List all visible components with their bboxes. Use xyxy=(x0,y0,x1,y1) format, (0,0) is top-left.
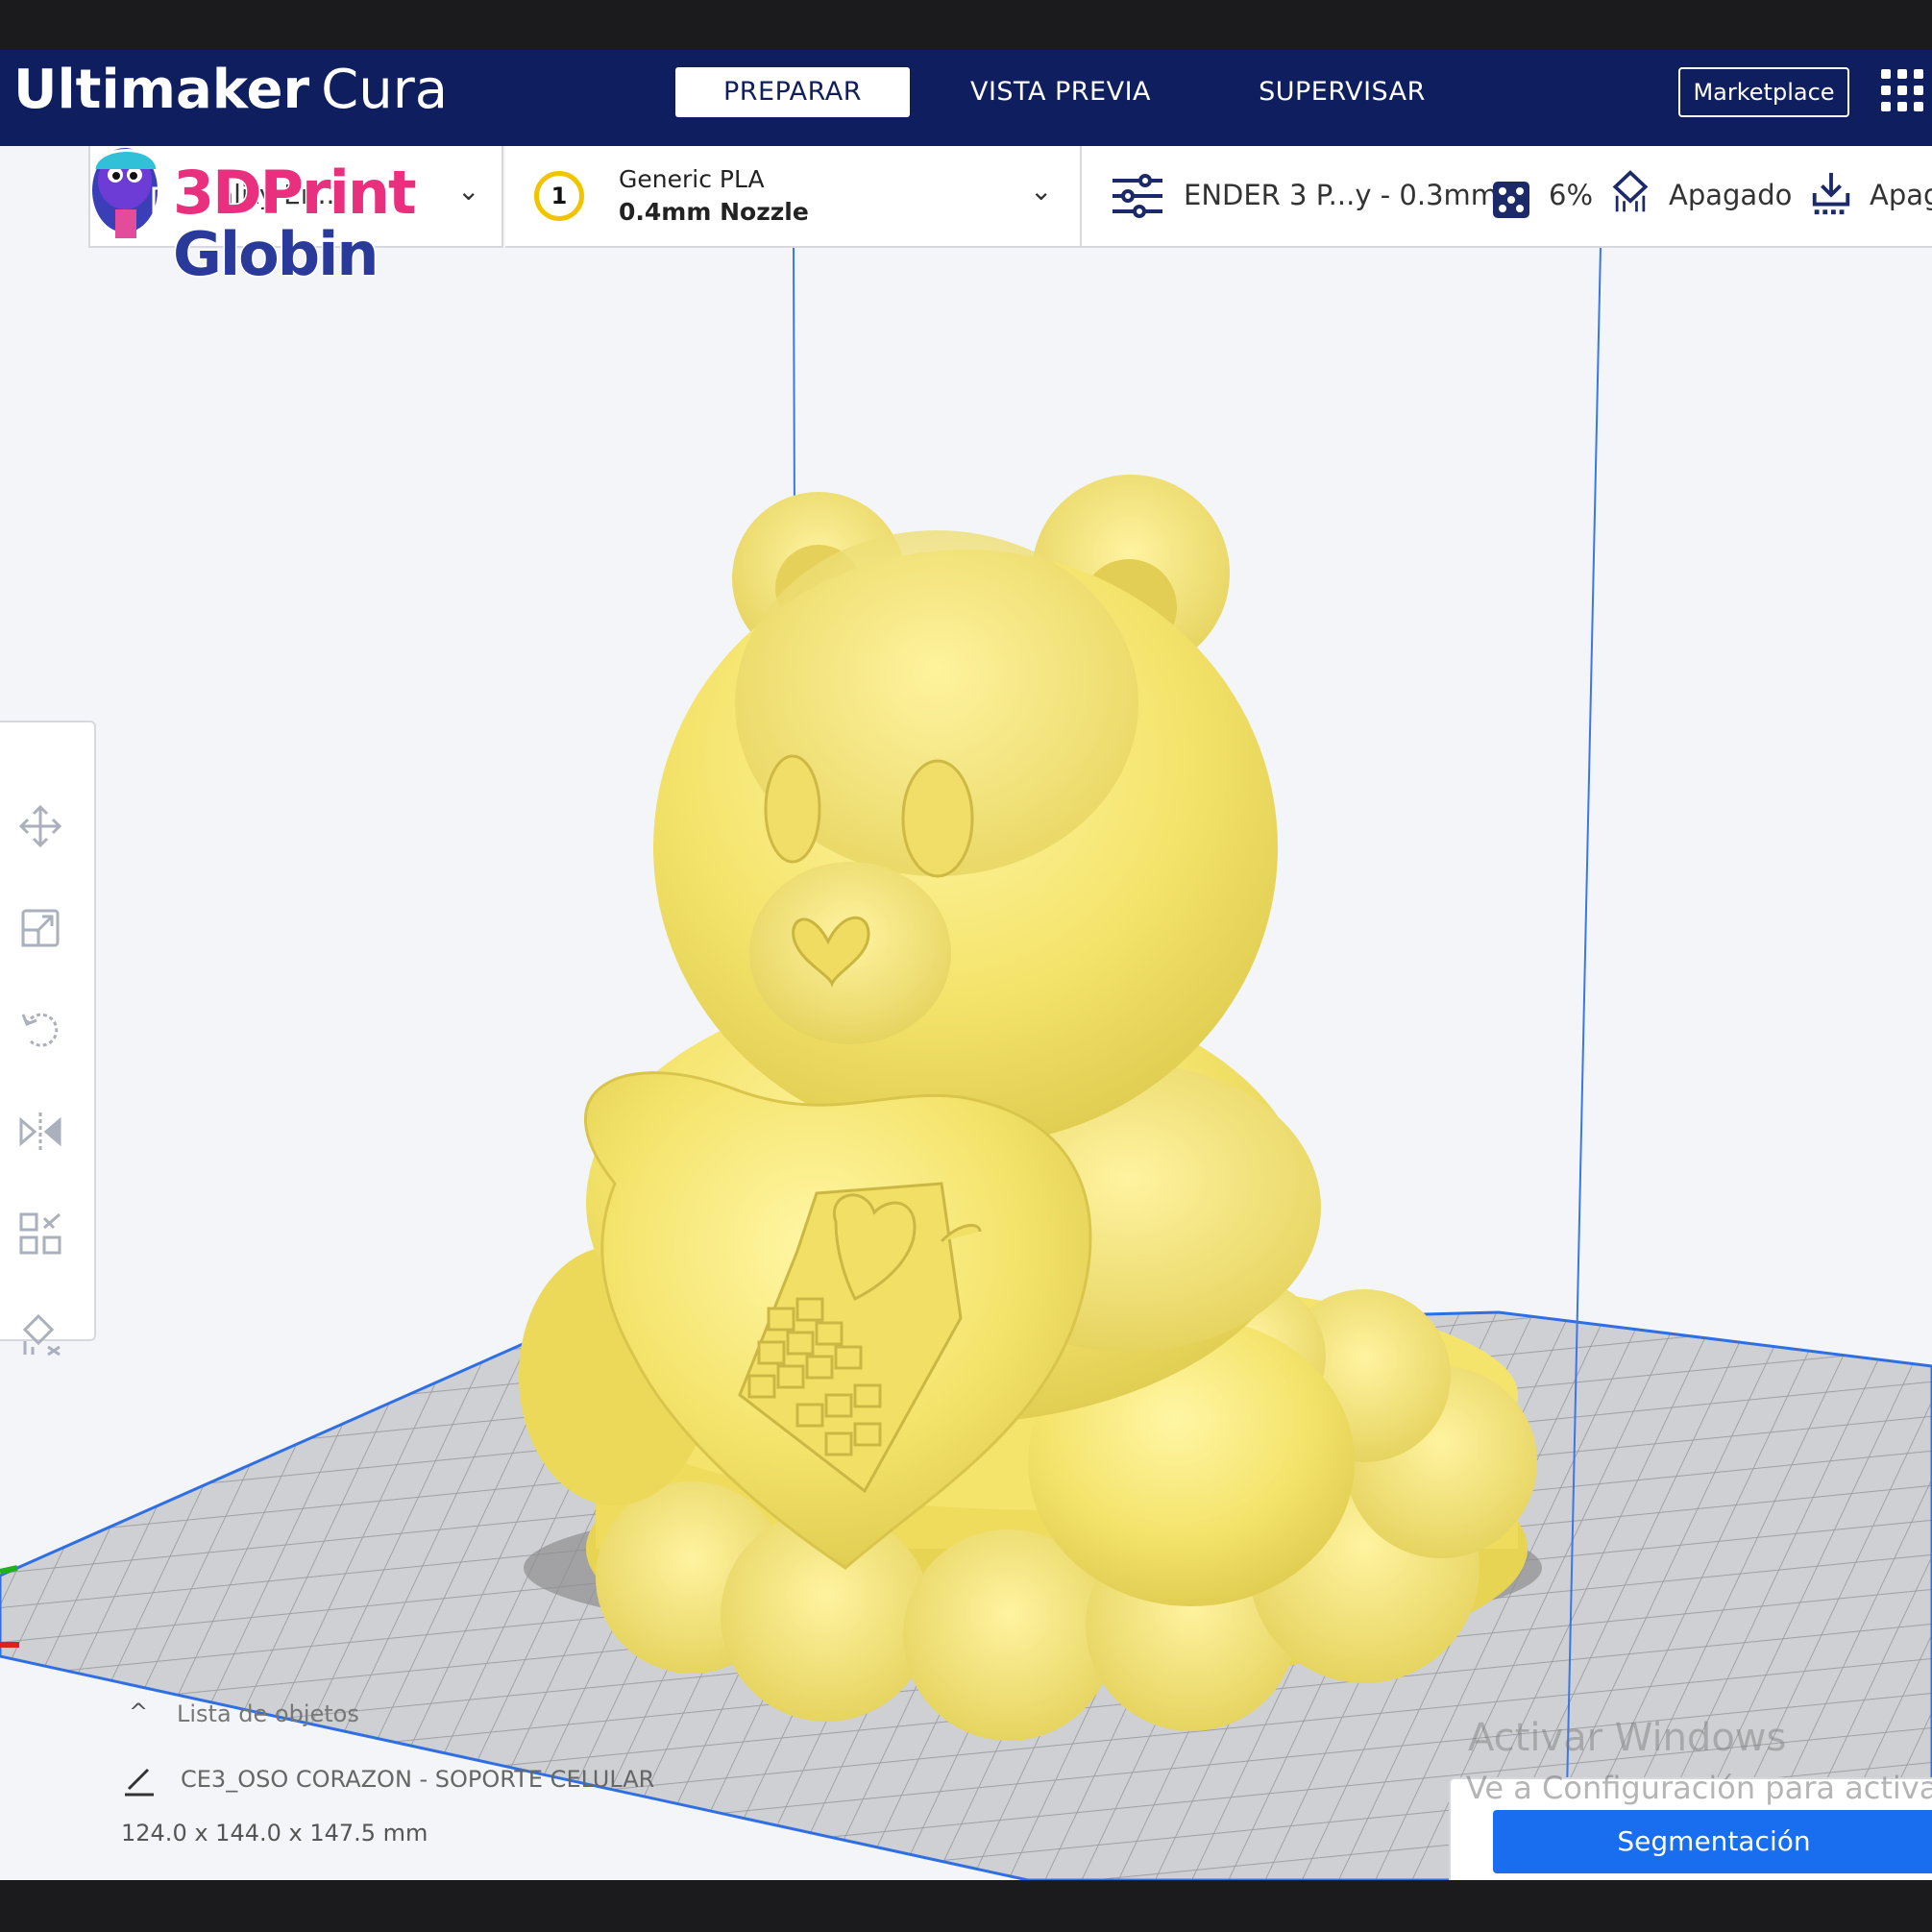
tool-panel xyxy=(0,721,96,1357)
per-model-settings-icon[interactable] xyxy=(17,1211,63,1257)
brand-name: Ultimaker xyxy=(13,59,310,121)
chevron-down-icon[interactable]: ⌄ xyxy=(1030,175,1052,207)
logo-text-globin: Globin xyxy=(172,218,381,291)
material-name: Generic PLA xyxy=(619,165,765,193)
pencil-icon[interactable] xyxy=(123,1764,156,1797)
support-icon xyxy=(1612,170,1649,212)
adhesion-value: Apag xyxy=(1870,179,1932,211)
object-list-header[interactable]: Lista de objetos xyxy=(177,1700,359,1727)
brand-product: Cura xyxy=(321,59,449,121)
apps-grid-icon[interactable] xyxy=(1881,69,1923,111)
extruder-icon: 1 xyxy=(534,171,584,221)
y-axis xyxy=(0,1565,18,1575)
chevron-down-icon[interactable]: ⌄ xyxy=(457,175,479,207)
adhesion-icon xyxy=(1812,172,1850,215)
bottom-letterbox xyxy=(0,1880,1932,1932)
slice-button[interactable]: Segmentación xyxy=(1493,1810,1932,1873)
rotate-icon[interactable] xyxy=(17,1007,63,1053)
object-list-toggle-icon[interactable]: ^ xyxy=(129,1699,148,1725)
windows-activation-title: Activar Windows xyxy=(1468,1716,1787,1760)
logo-text-3dprint: 3DPrint xyxy=(172,157,419,230)
mirror-icon[interactable] xyxy=(17,1109,63,1155)
infill-icon xyxy=(1493,182,1529,218)
tab-vista-previa[interactable]: VISTA PREVIA xyxy=(943,67,1178,117)
cura-window: Ultimaker Cura PREPARAR VISTA PREVIA SUPE… xyxy=(0,50,1932,1880)
windows-activation-subtitle: Ve a Configuración para activar W xyxy=(1466,1770,1932,1806)
support-value: Apagado xyxy=(1669,179,1793,211)
viewport-3d[interactable] xyxy=(0,50,1932,1880)
support-blocker-icon[interactable] xyxy=(17,1312,63,1358)
infill-value: 6% xyxy=(1549,179,1594,211)
nozzle-size: 0.4mm Nozzle xyxy=(619,198,809,226)
object-dimensions: 124.0 x 144.0 x 147.5 mm xyxy=(121,1820,428,1846)
tab-preparar[interactable]: PREPARAR xyxy=(675,67,910,117)
move-icon[interactable] xyxy=(17,803,63,849)
tab-supervisar[interactable]: SUPERVISAR xyxy=(1225,67,1459,117)
sliders-icon xyxy=(1113,174,1162,218)
marketplace-button[interactable]: Marketplace xyxy=(1678,67,1849,117)
material-selector[interactable] xyxy=(505,146,1082,248)
object-name[interactable]: CE3_OSO CORAZON - SOPORTE CELULAR xyxy=(181,1766,654,1793)
print-profile: ENDER 3 P...y - 0.3mm xyxy=(1184,179,1499,211)
scale-icon[interactable] xyxy=(17,905,63,951)
